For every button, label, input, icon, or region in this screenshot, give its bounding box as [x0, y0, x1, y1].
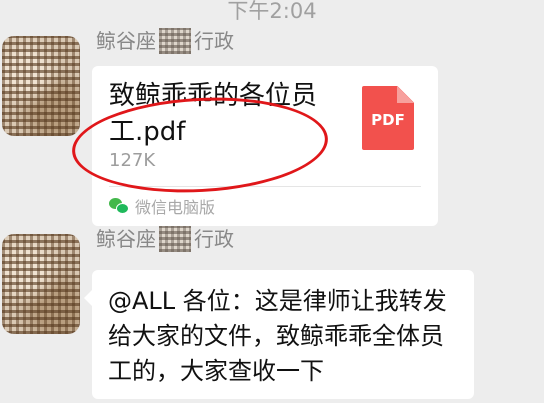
sender-name-prefix: 鲸谷座 [96, 227, 156, 251]
sender-avatar[interactable] [2, 36, 80, 136]
wechat-icon [109, 198, 129, 214]
file-corner-fold [397, 86, 414, 103]
chat-timestamp: 下午2:04 [227, 0, 317, 23]
file-message: 鲸谷座 行政 致鲸乖乖的各位员工.pdf 127K PDF 微信电脑版 [0, 28, 544, 228]
pdf-icon-label: PDF [371, 111, 405, 129]
redacted-name-mosaic [159, 226, 191, 252]
sender-name-prefix: 鲸谷座 [96, 29, 156, 53]
sender-name-suffix: 行政 [194, 227, 234, 251]
text-message: 鲸谷座 行政 @ALL 各位：这是律师让我转发给大家的文件，致鲸乖乖全体员工的，… [0, 226, 544, 403]
file-source-label: 微信电脑版 [135, 198, 216, 217]
redacted-name-mosaic [159, 28, 191, 54]
sender-name: 鲸谷座 行政 [96, 28, 234, 54]
sender-name: 鲸谷座 行政 [96, 226, 234, 252]
file-source: 微信电脑版 [109, 190, 215, 222]
message-bubble[interactable]: @ALL 各位：这是律师让我转发给大家的文件，致鲸乖乖全体员工的，大家查收一下 [92, 270, 474, 399]
bubble-tail [84, 290, 92, 306]
pdf-file-icon: PDF [362, 86, 414, 150]
sender-avatar[interactable] [2, 234, 80, 334]
sender-name-suffix: 行政 [194, 29, 234, 53]
